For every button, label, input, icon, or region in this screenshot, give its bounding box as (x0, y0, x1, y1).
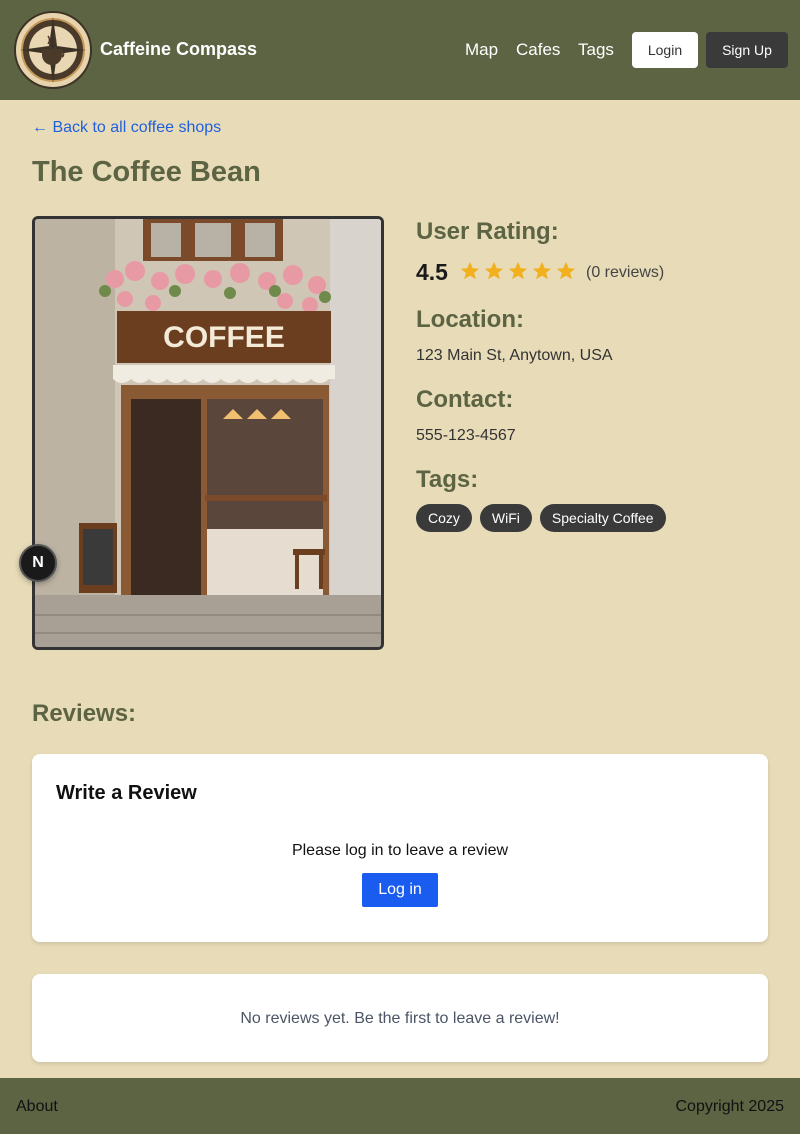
back-link[interactable]: ← Back to all coffee shops (32, 119, 221, 137)
cafe-photo: COFFEE (32, 216, 384, 650)
star-icon (556, 261, 576, 280)
coffee-sign-text: COFFEE (163, 321, 285, 354)
login-button[interactable]: Login (632, 32, 698, 68)
rating-value: 4.5 (416, 259, 448, 285)
top-navbar: Caffeine Compass Map Cafes Tags Login Si… (0, 0, 800, 100)
write-review-title: Write a Review (56, 782, 197, 804)
empty-reviews-message: No reviews yet. Be the first to leave a … (240, 1010, 560, 1027)
tag-specialty-coffee[interactable]: Specialty Coffee (539, 504, 666, 532)
footer: About Copyright 2025 (0, 1078, 800, 1134)
nav-map[interactable]: Map (465, 40, 498, 60)
contact-heading: Contact: (416, 386, 514, 413)
tag-wifi[interactable]: WiFi (479, 504, 532, 532)
star-icon (484, 261, 504, 280)
rating-stars (459, 260, 577, 282)
star-icon (508, 261, 528, 280)
nav-tags[interactable]: Tags (578, 40, 614, 60)
footer-copyright: Copyright 2025 (675, 1098, 784, 1115)
rating-heading: User Rating: (416, 218, 559, 245)
reviews-list-card: No reviews yet. Be the first to leave a … (32, 974, 768, 1062)
review-login-button[interactable]: Log in (362, 873, 438, 907)
tags-heading: Tags: (416, 466, 479, 493)
star-icon (532, 261, 552, 280)
tag-list: Cozy WiFi Specialty Coffee (416, 504, 666, 532)
contact-text: 555-123-4567 (416, 427, 516, 444)
login-prompt: Please log in to leave a review (291, 842, 509, 859)
reviews-heading: Reviews: (32, 700, 137, 727)
next-badge-icon[interactable]: N (19, 544, 57, 582)
brand-name[interactable]: Caffeine Compass (100, 39, 257, 60)
footer-about-link[interactable]: About (16, 1098, 58, 1116)
signup-button[interactable]: Sign Up (706, 32, 788, 68)
write-review-card: Write a Review Please log in to leave a … (32, 754, 768, 942)
nav-cafes[interactable]: Cafes (516, 40, 560, 60)
page-title: The Coffee Bean (32, 156, 261, 188)
compass-logo-icon[interactable] (14, 11, 92, 89)
location-heading: Location: (416, 306, 524, 333)
reviews-count: (0 reviews) (586, 264, 665, 281)
location-text: 123 Main St, Anytown, USA (416, 347, 613, 364)
tag-cozy[interactable]: Cozy (416, 504, 472, 532)
star-icon (460, 261, 480, 280)
